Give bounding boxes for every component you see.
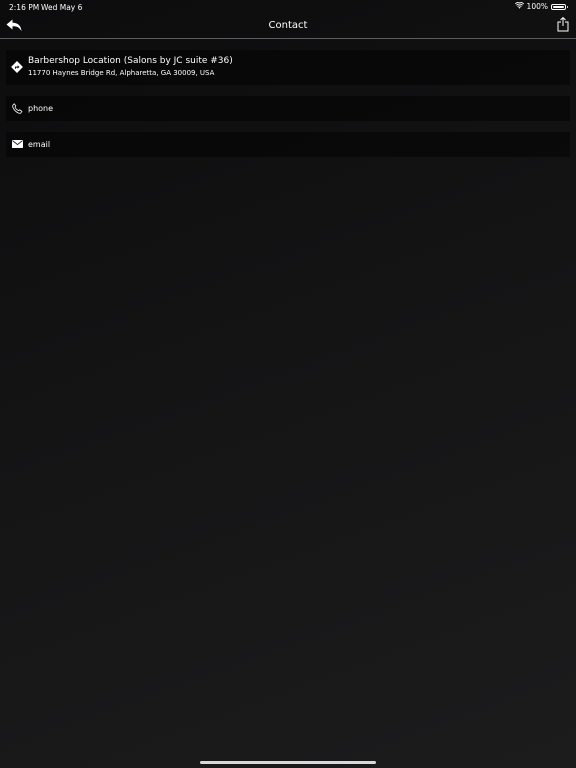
status-bar: 2:16 PM Wed May 6 100% xyxy=(0,0,576,14)
battery-tip xyxy=(566,5,568,8)
contact-list: Barbershop Location (Salons by JC suite … xyxy=(6,50,570,168)
status-date: Wed May 6 xyxy=(41,3,83,12)
navigation-bar: Contact xyxy=(0,14,576,39)
location-address: 11770 Haynes Bridge Rd, Alpharetta, GA 3… xyxy=(28,69,215,77)
email-row[interactable]: email xyxy=(6,132,570,157)
wifi-icon xyxy=(514,1,524,11)
directions-icon xyxy=(10,60,24,74)
share-icon xyxy=(557,16,569,36)
phone-row[interactable]: phone xyxy=(6,96,570,121)
battery-fill xyxy=(553,5,564,8)
battery-percent: 100% xyxy=(526,2,548,11)
phone-label: phone xyxy=(28,104,54,113)
home-indicator[interactable] xyxy=(200,761,376,764)
status-time: 2:16 PM xyxy=(9,3,40,12)
location-title: Barbershop Location (Salons by JC suite … xyxy=(28,56,233,66)
status-indicators: 100% xyxy=(514,1,568,11)
battery-icon xyxy=(551,3,568,10)
phone-icon xyxy=(10,101,24,115)
location-row[interactable]: Barbershop Location (Salons by JC suite … xyxy=(6,50,570,85)
email-label: email xyxy=(28,140,51,149)
mail-icon xyxy=(10,137,24,151)
share-button[interactable] xyxy=(555,16,571,36)
page-title: Contact xyxy=(268,20,308,31)
